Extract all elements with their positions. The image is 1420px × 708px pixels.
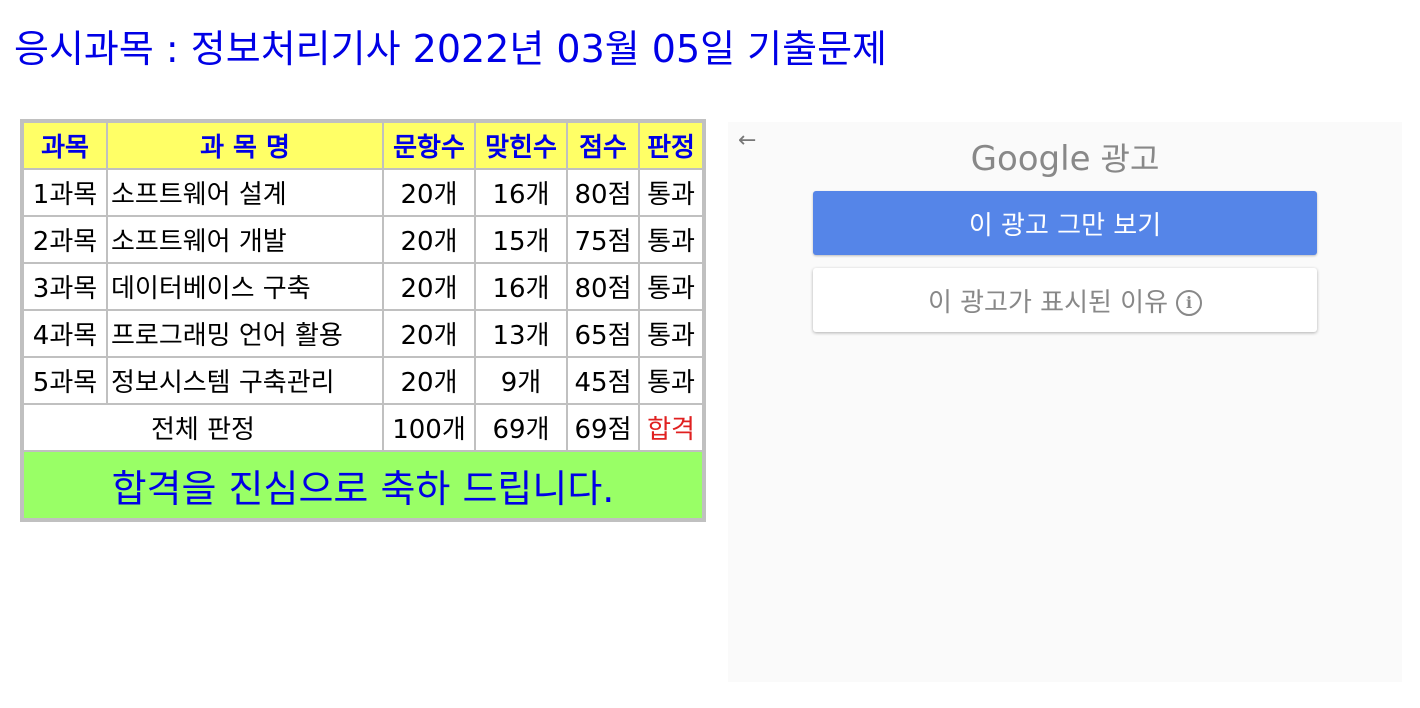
subject-name-cell: 정보시스템 구축관리 — [108, 358, 382, 403]
header-questions: 문항수 — [384, 123, 474, 168]
ad-label: 광고 — [1100, 140, 1160, 178]
total-score: 69점 — [568, 405, 638, 450]
table-row: 3과목 데이터베이스 구축 20개 16개 80점 통과 — [24, 264, 702, 309]
correct-cell: 9개 — [476, 358, 566, 403]
score-cell: 80점 — [568, 170, 638, 215]
congrats-row: 합격을 진심으로 축하 드립니다. — [24, 452, 702, 518]
score-cell: 45점 — [568, 358, 638, 403]
correct-cell: 16개 — [476, 264, 566, 309]
header-score: 점수 — [568, 123, 638, 168]
subject-name-cell: 소프트웨어 설계 — [108, 170, 382, 215]
subject-name-cell: 데이터베이스 구축 — [108, 264, 382, 309]
header-subject-name: 과 목 명 — [108, 123, 382, 168]
total-row: 전체 판정 100개 69개 69점 합격 — [24, 405, 702, 450]
score-cell: 65점 — [568, 311, 638, 356]
congrats-message: 합격을 진심으로 축하 드립니다. — [24, 452, 702, 518]
questions-cell: 20개 — [384, 170, 474, 215]
table-row: 2과목 소프트웨어 개발 20개 15개 75점 통과 — [24, 217, 702, 262]
subject-name-cell: 프로그래밍 언어 활용 — [108, 311, 382, 356]
score-cell: 80점 — [568, 264, 638, 309]
questions-cell: 20개 — [384, 217, 474, 262]
result-cell: 통과 — [640, 264, 702, 309]
info-icon: i — [1176, 290, 1203, 316]
correct-cell: 13개 — [476, 311, 566, 356]
total-result: 합격 — [640, 405, 702, 450]
header-correct: 맞힌수 — [476, 123, 566, 168]
page-title: 응시과목 : 정보처리기사 2022년 03월 05일 기출문제 — [14, 27, 888, 71]
correct-cell: 15개 — [476, 217, 566, 262]
subject-cell: 2과목 — [24, 217, 106, 262]
questions-cell: 20개 — [384, 311, 474, 356]
header-result: 판정 — [640, 123, 702, 168]
ad-header: Google 광고 — [728, 134, 1402, 180]
ad-panel: ← Google 광고 이 광고 그만 보기 이 광고가 표시된 이유 i — [728, 122, 1402, 682]
subject-cell: 4과목 — [24, 311, 106, 356]
table-header-row: 과목 과 목 명 문항수 맞힌수 점수 판정 — [24, 123, 702, 168]
subject-name-cell: 소프트웨어 개발 — [108, 217, 382, 262]
table-row: 5과목 정보시스템 구축관리 20개 9개 45점 통과 — [24, 358, 702, 403]
google-logo: Google — [970, 139, 1091, 179]
result-cell: 통과 — [640, 217, 702, 262]
header-subject: 과목 — [24, 123, 106, 168]
result-cell: 통과 — [640, 170, 702, 215]
stop-ad-button[interactable]: 이 광고 그만 보기 — [813, 191, 1317, 255]
correct-cell: 16개 — [476, 170, 566, 215]
total-correct: 69개 — [476, 405, 566, 450]
subject-cell: 3과목 — [24, 264, 106, 309]
table-row: 1과목 소프트웨어 설계 20개 16개 80점 통과 — [24, 170, 702, 215]
table-row: 4과목 프로그래밍 언어 활용 20개 13개 65점 통과 — [24, 311, 702, 356]
subject-cell: 1과목 — [24, 170, 106, 215]
questions-cell: 20개 — [384, 264, 474, 309]
total-questions: 100개 — [384, 405, 474, 450]
result-cell: 통과 — [640, 358, 702, 403]
score-cell: 75점 — [568, 217, 638, 262]
why-ad-button[interactable]: 이 광고가 표시된 이유 i — [813, 268, 1317, 332]
questions-cell: 20개 — [384, 358, 474, 403]
total-label: 전체 판정 — [24, 405, 382, 450]
score-table: 과목 과 목 명 문항수 맞힌수 점수 판정 1과목 소프트웨어 설계 20개 … — [20, 119, 706, 522]
why-ad-label: 이 광고가 표시된 이유 — [927, 287, 1169, 318]
result-cell: 통과 — [640, 311, 702, 356]
subject-cell: 5과목 — [24, 358, 106, 403]
